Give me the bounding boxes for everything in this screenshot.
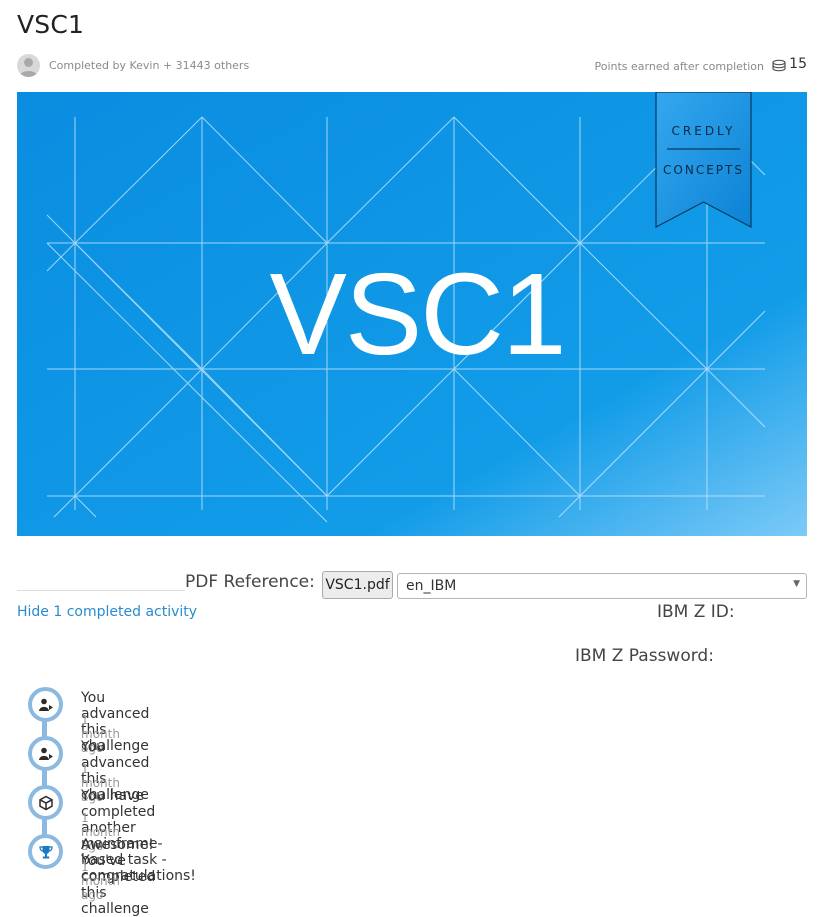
cube-icon	[38, 795, 53, 810]
language-select-value: en_IBM	[406, 578, 457, 594]
trophy-icon	[38, 845, 53, 858]
points-label: Points earned after completion	[594, 60, 765, 73]
ibm-z-password-label: IBM Z Password:	[575, 646, 714, 666]
banner-title: VSC1	[269, 249, 564, 379]
ibm-z-id-label: IBM Z ID:	[657, 602, 735, 622]
ribbon-line1: CREDLY	[672, 124, 736, 138]
hide-completed-activity-link[interactable]: Hide 1 completed activity	[17, 604, 197, 620]
completed-by-text: Completed by Kevin + 31443 others	[49, 59, 250, 72]
timeline-node	[28, 736, 63, 771]
challenge-meta: Completed by Kevin + 31443 others Points…	[17, 54, 807, 78]
pdf-download-button[interactable]: VSC1.pdf	[322, 571, 393, 599]
pdf-reference-label: PDF Reference:	[185, 572, 315, 592]
user-silhouette-icon	[19, 58, 38, 77]
avatar[interactable]	[17, 54, 40, 77]
person-advance-icon	[38, 698, 53, 711]
points-value: 15	[789, 56, 807, 72]
timeline-node	[28, 687, 63, 722]
language-select[interactable]: en_IBM ▼	[397, 573, 807, 599]
timeline-line	[42, 705, 47, 851]
activity-item-time: 1 month ago	[81, 860, 120, 902]
ribbon-line2: CONCEPTS	[663, 163, 744, 177]
divider	[17, 590, 185, 591]
page-title: VSC1	[17, 10, 85, 39]
chevron-down-icon: ▼	[793, 579, 800, 589]
person-advance-icon	[38, 747, 53, 760]
timeline-node	[28, 785, 63, 820]
timeline-node	[28, 834, 63, 869]
coins-icon	[771, 58, 787, 77]
challenge-banner: VSC1 CREDLY CONCEPTS	[17, 91, 807, 536]
